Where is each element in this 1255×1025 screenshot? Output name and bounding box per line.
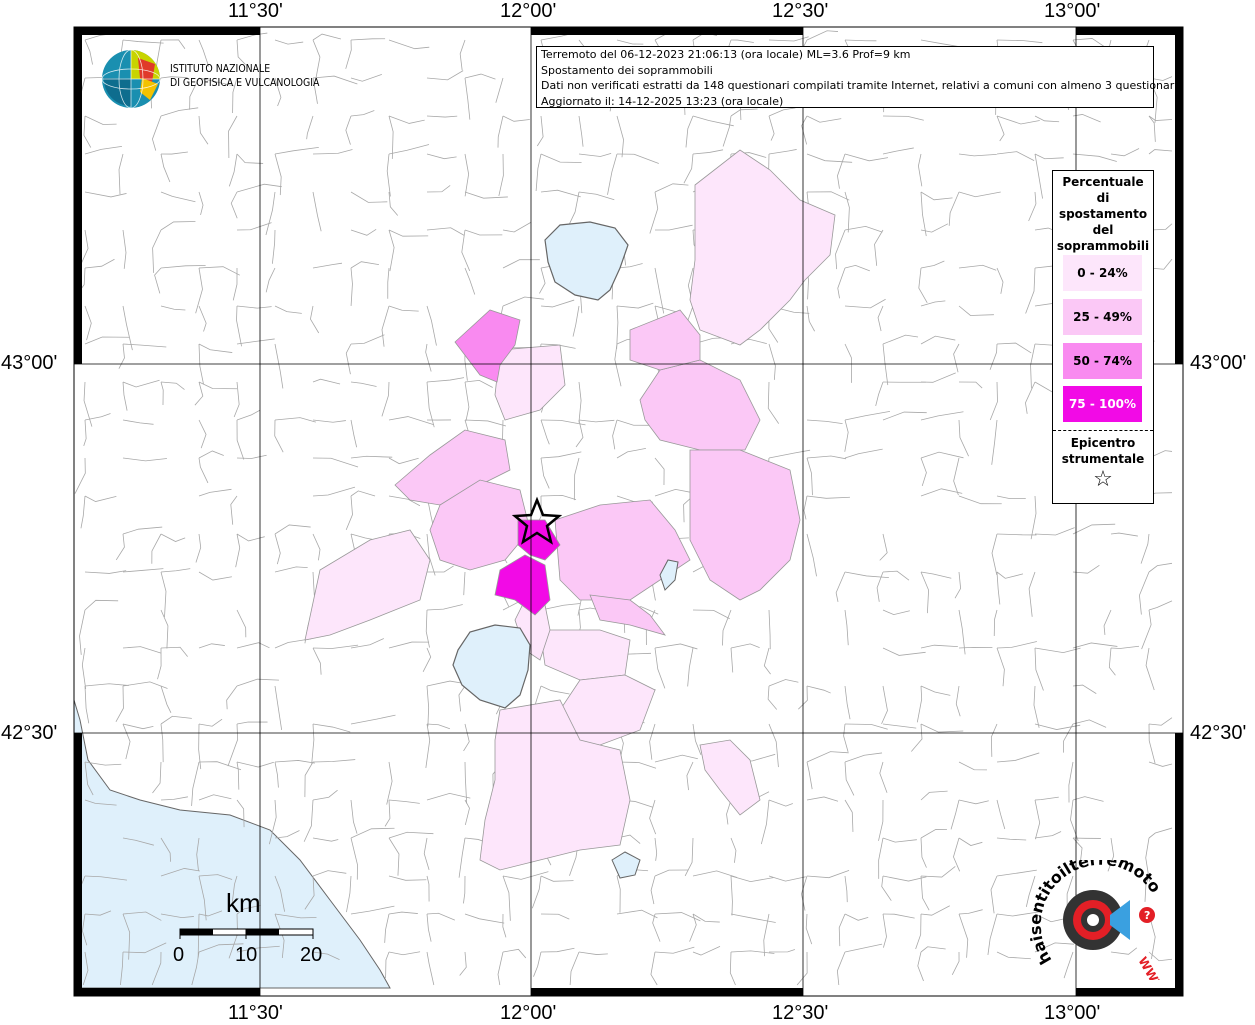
- scale-label: 10: [235, 944, 257, 967]
- lat-tick-left: 42°30': [1, 722, 57, 745]
- updated-line: Aggiornato il: 14-12-2025 13:23 (ora loc…: [541, 94, 1153, 110]
- lon-tick-top: 11°30': [228, 0, 283, 23]
- event-info-box: Terremoto del 06-12-2023 21:06:13 (ora l…: [536, 46, 1154, 108]
- svg-text:?: ?: [1144, 909, 1150, 922]
- haisentito-www: WWW: [1135, 955, 1167, 981]
- data-note-line: Dati non verificati estratti da 148 ques…: [541, 78, 1153, 94]
- legend-class-2: 50 - 74%: [1063, 343, 1142, 379]
- lat-tick-right: 42°30': [1190, 722, 1246, 745]
- lon-tick-top: 12°30': [772, 0, 828, 23]
- scale-bar-graphic: [170, 925, 320, 941]
- lon-tick-bottom: 11°30': [228, 1002, 283, 1025]
- legend-class-1: 25 - 49%: [1063, 299, 1142, 335]
- scale-label: 0: [173, 944, 184, 967]
- legend-separator: [1053, 430, 1153, 431]
- parameter-line: Spostamento dei soprammobili: [541, 63, 1153, 79]
- legend-title: Percentuale di spostamento del soprammob…: [1053, 174, 1153, 254]
- event-line: Terremoto del 06-12-2023 21:06:13 (ora l…: [541, 47, 1153, 63]
- scale-label: 20: [300, 944, 322, 967]
- lon-tick-bottom: 12°00': [500, 1002, 556, 1025]
- lon-tick-top: 12°00': [500, 0, 556, 23]
- lon-tick-bottom: 13°00': [1044, 1002, 1100, 1025]
- lat-tick-right: 43°00': [1190, 352, 1246, 375]
- star-icon: ☆: [1053, 467, 1153, 492]
- lon-tick-top: 13°00': [1044, 0, 1100, 23]
- lat-tick-left: 43°00': [1, 352, 57, 375]
- haisentito-logo-icon: haisentitoilterremoto.it ? WWW: [1030, 860, 1170, 980]
- legend-epicenter-label: Epicentro strumentale: [1053, 435, 1153, 467]
- lon-tick-bottom: 12°30': [772, 1002, 828, 1025]
- ingv-logo-icon: [100, 48, 162, 110]
- ingv-logo-text: ISTITUTO NAZIONALE DI GEOFISICA E VULCAN…: [170, 62, 319, 90]
- legend-class-0: 0 - 24%: [1063, 255, 1142, 291]
- scale-bar: [170, 890, 320, 910]
- legend: Percentuale di spostamento del soprammob…: [1052, 170, 1154, 504]
- legend-class-3: 75 - 100%: [1063, 386, 1142, 422]
